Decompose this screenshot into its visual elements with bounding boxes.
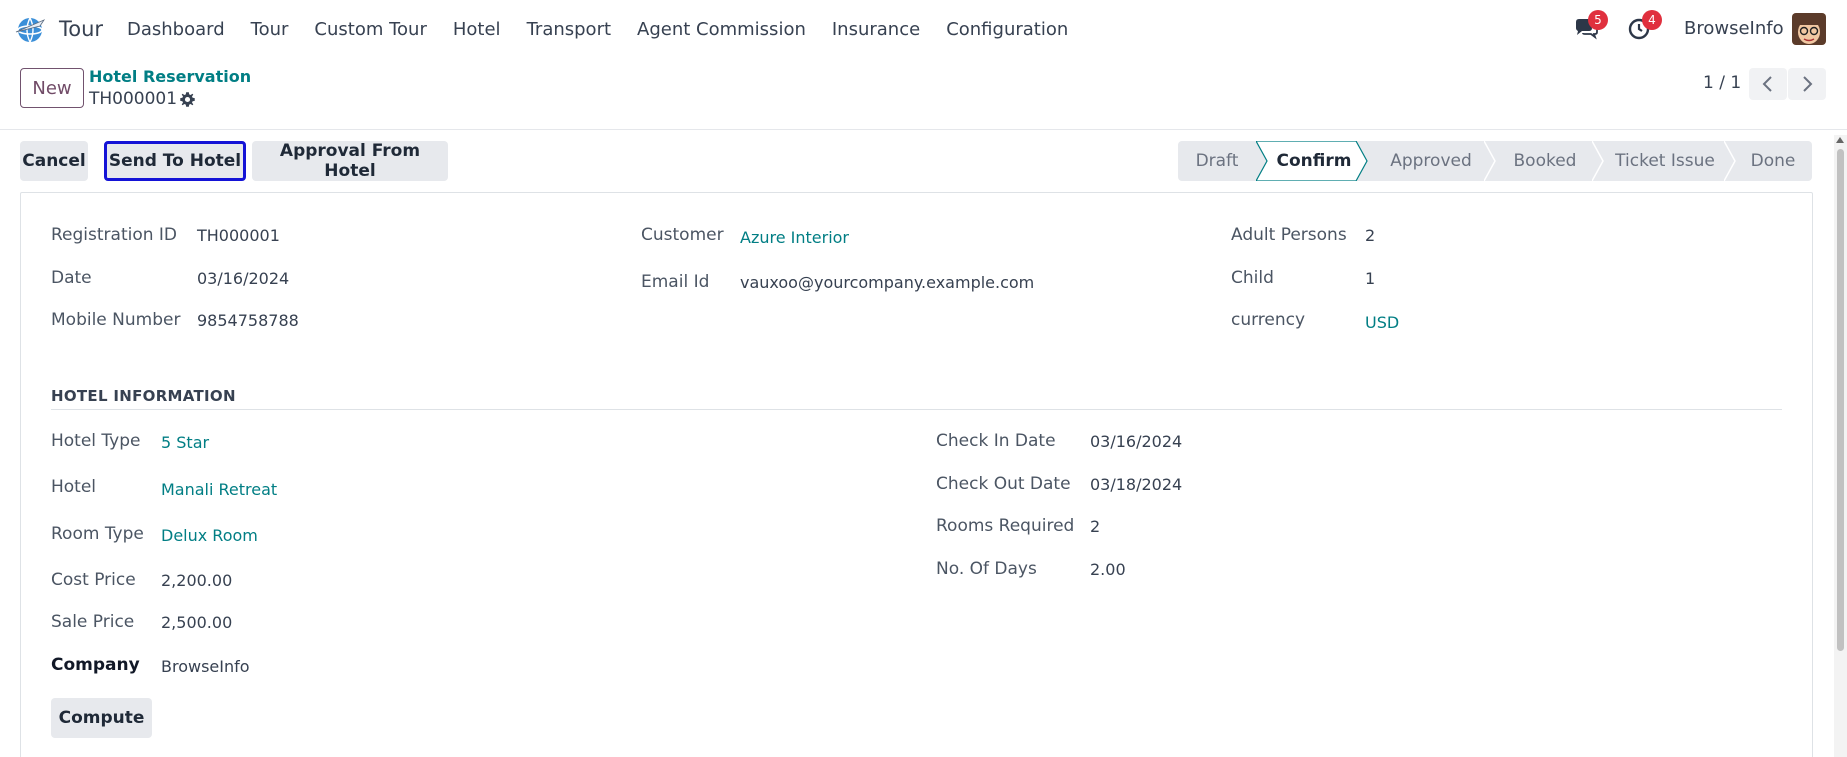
- breadcrumb-current-record: TH000001: [89, 89, 178, 109]
- rooms-required-label: Rooms Required: [936, 516, 1075, 536]
- status-pipeline: Draft Confirm Approved Booked Ticket Iss…: [1178, 141, 1812, 181]
- chevron-left-icon: [1762, 76, 1772, 92]
- menu-hotel[interactable]: Hotel: [440, 19, 514, 40]
- adult-persons-label: Adult Persons: [1231, 225, 1347, 245]
- date-label: Date: [51, 268, 92, 288]
- menu-transport[interactable]: Transport: [514, 19, 624, 40]
- menu-custom-tour[interactable]: Custom Tour: [301, 19, 439, 40]
- currency-link[interactable]: USD: [1365, 313, 1399, 332]
- scroll-up-arrow-icon[interactable]: [1836, 137, 1844, 143]
- registration-id-label: Registration ID: [51, 225, 178, 245]
- hotel-type-link[interactable]: 5 Star: [161, 433, 209, 452]
- cost-price-field[interactable]: 2,200.00: [161, 571, 232, 590]
- check-in-date-label: Check In Date: [936, 431, 1056, 451]
- currency-label: currency: [1231, 310, 1306, 330]
- top-navbar: Tour Dashboard Tour Custom Tour Hotel Tr…: [0, 0, 1847, 58]
- page-scrollbar[interactable]: [1834, 135, 1847, 757]
- menu-agent-commission[interactable]: Agent Commission: [624, 19, 819, 40]
- stage-draft[interactable]: Draft: [1178, 141, 1256, 181]
- scrollbar-thumb[interactable]: [1837, 149, 1844, 651]
- sale-price-label: Sale Price: [51, 612, 135, 632]
- stage-booked[interactable]: Booked: [1494, 141, 1596, 181]
- user-avatar[interactable]: [1792, 13, 1826, 45]
- adult-persons-field[interactable]: 2: [1365, 226, 1375, 245]
- check-out-date-label: Check Out Date: [936, 474, 1071, 494]
- send-to-hotel-button[interactable]: Send To Hotel: [104, 141, 246, 181]
- sale-price-field[interactable]: 2,500.00: [161, 613, 232, 632]
- tour-app-icon[interactable]: [14, 14, 46, 44]
- gear-icon[interactable]: [179, 91, 196, 108]
- new-button[interactable]: New: [20, 68, 84, 108]
- no-of-days-field[interactable]: 2.00: [1090, 560, 1126, 579]
- stage-approved[interactable]: Approved: [1374, 141, 1488, 181]
- pager-previous-button[interactable]: [1749, 68, 1787, 100]
- section-divider: [51, 409, 1782, 410]
- chevron-right-icon: [1803, 76, 1813, 92]
- cancel-button[interactable]: Cancel: [20, 141, 88, 181]
- check-out-date-field[interactable]: 03/18/2024: [1090, 475, 1182, 494]
- rooms-required-field[interactable]: 2: [1090, 517, 1100, 536]
- form-statusbar: Cancel Send To Hotel Approval From Hotel…: [0, 130, 1847, 190]
- activities-button[interactable]: 4: [1626, 10, 1662, 42]
- child-label: Child: [1231, 268, 1274, 288]
- app-name[interactable]: Tour: [59, 17, 103, 41]
- check-in-date-field[interactable]: 03/16/2024: [1090, 432, 1182, 451]
- user-name[interactable]: BrowseInfo: [1684, 18, 1784, 39]
- menu-insurance[interactable]: Insurance: [819, 19, 933, 40]
- hotel-type-label: Hotel Type: [51, 431, 141, 451]
- menu-configuration[interactable]: Configuration: [933, 19, 1081, 40]
- approval-from-hotel-button[interactable]: Approval From Hotel: [252, 141, 448, 181]
- email-id-field[interactable]: vauxoo@yourcompany.example.com: [740, 273, 1034, 292]
- mobile-number-label: Mobile Number: [51, 310, 181, 330]
- breadcrumb-hotel-reservation[interactable]: Hotel Reservation: [89, 67, 251, 86]
- menu-tour[interactable]: Tour: [238, 19, 302, 40]
- room-type-label: Room Type: [51, 524, 144, 544]
- hotel-label: Hotel: [51, 477, 97, 497]
- messages-badge: 5: [1588, 10, 1608, 30]
- child-field[interactable]: 1: [1365, 269, 1375, 288]
- customer-link[interactable]: Azure Interior: [740, 228, 849, 247]
- stage-ticket-issue[interactable]: Ticket Issue: [1602, 141, 1728, 181]
- company-label: Company: [51, 655, 140, 675]
- main-menu: Dashboard Tour Custom Tour Hotel Transpo…: [114, 0, 1081, 58]
- menu-dashboard[interactable]: Dashboard: [114, 19, 238, 40]
- pager-next-button[interactable]: [1788, 68, 1826, 100]
- customer-label: Customer: [641, 225, 724, 245]
- pager-value[interactable]: 1 / 1: [1703, 73, 1741, 93]
- messages-button[interactable]: 5: [1572, 10, 1608, 42]
- email-id-label: Email Id: [641, 272, 710, 292]
- stage-done[interactable]: Done: [1734, 141, 1812, 181]
- compute-button[interactable]: Compute: [51, 698, 152, 738]
- hotel-information-heading: HOTEL INFORMATION: [51, 387, 236, 405]
- stage-confirm[interactable]: Confirm: [1266, 141, 1362, 181]
- mobile-number-field[interactable]: 9854758788: [197, 311, 299, 330]
- date-field[interactable]: 03/16/2024: [197, 269, 289, 288]
- activities-badge: 4: [1642, 10, 1662, 30]
- registration-id-value: TH000001: [197, 226, 280, 245]
- avatar-face-icon: [1792, 13, 1826, 45]
- no-of-days-label: No. Of Days: [936, 559, 1037, 579]
- cost-price-label: Cost Price: [51, 570, 136, 590]
- room-type-link[interactable]: Delux Room: [161, 526, 258, 545]
- control-panel: New Hotel Reservation TH000001 1 / 1: [0, 58, 1847, 130]
- company-field[interactable]: BrowseInfo: [161, 657, 250, 676]
- hotel-link[interactable]: Manali Retreat: [161, 480, 277, 499]
